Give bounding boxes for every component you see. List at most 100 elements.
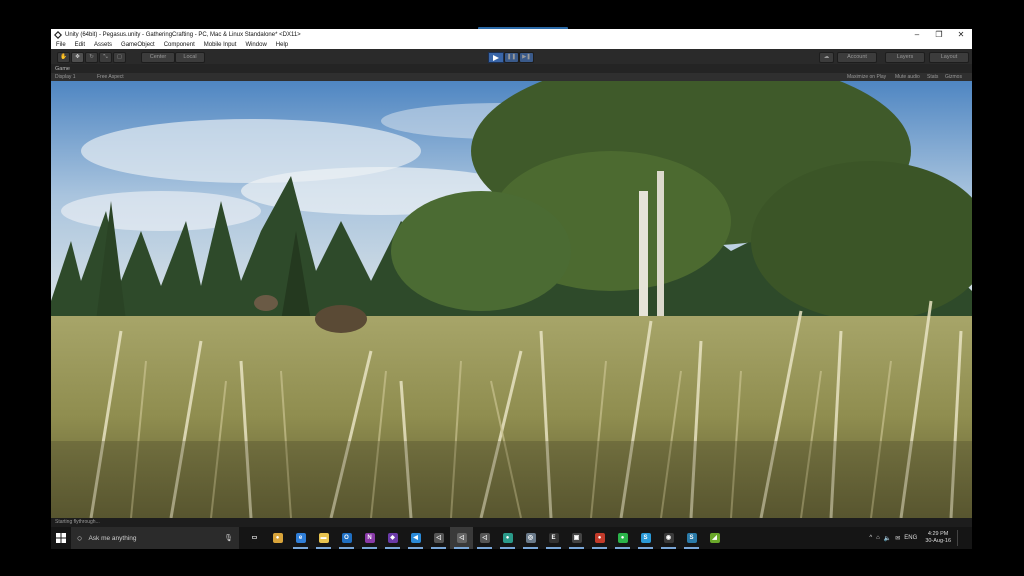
taskbar-app-edge[interactable]: e bbox=[289, 527, 312, 549]
window-title: Unity (64bit) - Pegasus.unity - Gatherin… bbox=[65, 31, 301, 38]
taskbar-app-onenote[interactable]: N bbox=[358, 527, 381, 549]
cortana-search-box[interactable]: ○ Ask me anything 🎙 bbox=[71, 527, 239, 549]
tray-chevron-icon[interactable]: ^ bbox=[869, 535, 872, 541]
taskbar-app-store[interactable]: ▣ bbox=[565, 527, 588, 549]
scale-icon: ⤡ bbox=[103, 54, 108, 60]
start-button[interactable] bbox=[51, 527, 71, 549]
menu-help[interactable]: Help bbox=[276, 42, 288, 48]
taskbar-app-unity-active[interactable]: ◁ bbox=[450, 527, 473, 549]
aspect-dropdown[interactable]: Free Aspect bbox=[97, 73, 124, 81]
search-icon: ○ bbox=[77, 533, 83, 543]
close-button[interactable]: ✕ bbox=[950, 29, 972, 40]
scale-tool-button[interactable]: ⤡ bbox=[99, 52, 112, 63]
system-tray: ^ ⌂ 🔈 ✉ ENG 4:29 PM 30-Aug-16 bbox=[867, 527, 972, 549]
app-teal-icon: ● bbox=[502, 533, 513, 543]
taskbar-app-epic-games[interactable]: E bbox=[542, 527, 565, 549]
windows-taskbar: ○ Ask me anything 🎙 ▭ ● e ▬ O N ◆ ◀ ◁ ◁ ◁ ● ◎ E ▣ ● ● S ◉ S… bbox=[51, 527, 972, 549]
pause-icon: ❚❚ bbox=[506, 54, 517, 60]
tab-game[interactable]: Game bbox=[55, 65, 70, 73]
taskbar-app-vscode[interactable]: ◀ bbox=[404, 527, 427, 549]
taskbar-app-steam[interactable]: ◉ bbox=[657, 527, 680, 549]
taskbar-app-app-teal[interactable]: ● bbox=[496, 527, 519, 549]
rect-icon: ▢ bbox=[116, 54, 123, 60]
windows-logo-icon bbox=[56, 533, 66, 543]
cloud-button[interactable]: ☁ bbox=[819, 52, 834, 63]
maximize-on-play-toggle[interactable]: Maximize on Play bbox=[847, 73, 886, 81]
vscode-icon: ◀ bbox=[410, 533, 421, 543]
taskbar-app-spotify[interactable]: ● bbox=[611, 527, 634, 549]
volume-icon[interactable]: 🔈 bbox=[884, 535, 891, 542]
status-bar: Starting flythrough... bbox=[51, 518, 972, 527]
pivot-center-button[interactable]: Center bbox=[141, 52, 175, 63]
taskbar-app-app-globe[interactable]: ◎ bbox=[519, 527, 542, 549]
language-indicator[interactable]: ENG bbox=[904, 535, 917, 541]
menu-window[interactable]: Window bbox=[245, 42, 266, 48]
network-icon[interactable]: ⌂ bbox=[876, 535, 880, 541]
app-s-icon: S bbox=[686, 533, 697, 543]
skype-icon: S bbox=[640, 533, 651, 543]
taskbar-app-visual-studio[interactable]: ◆ bbox=[381, 527, 404, 549]
layout-dropdown[interactable]: Layout bbox=[929, 52, 969, 63]
rotate-icon: ↻ bbox=[89, 54, 94, 60]
microphone-icon[interactable]: 🎙 bbox=[224, 534, 233, 542]
menu-component[interactable]: Component bbox=[164, 42, 195, 48]
clock-date: 30-Aug-16 bbox=[925, 538, 951, 544]
rect-tool-button[interactable]: ▢ bbox=[113, 52, 126, 63]
taskbar-app-unity[interactable]: ◁ bbox=[427, 527, 450, 549]
taskbar-app-unity-2[interactable]: ◁ bbox=[473, 527, 496, 549]
move-tool-button[interactable]: ✥ bbox=[71, 52, 84, 63]
main-toolbar: ✋ ✥ ↻ ⤡ ▢ Center Local ❚❚ ▶❚ ☁ Account L… bbox=[51, 49, 972, 64]
gizmos-dropdown[interactable]: Gizmos bbox=[945, 73, 962, 81]
taskbar-app-nvidia[interactable]: ◢ bbox=[703, 527, 726, 549]
cloud-icon: ☁ bbox=[823, 54, 830, 60]
pause-button[interactable]: ❚❚ bbox=[504, 52, 519, 63]
taskbar-app-app-red[interactable]: ● bbox=[588, 527, 611, 549]
pivot-local-button[interactable]: Local bbox=[175, 52, 205, 63]
play-icon bbox=[493, 54, 499, 61]
account-dropdown[interactable]: Account bbox=[837, 52, 877, 63]
app-globe-icon: ◎ bbox=[525, 533, 536, 543]
step-button[interactable]: ▶❚ bbox=[519, 52, 534, 63]
store-icon: ▣ bbox=[571, 533, 582, 543]
visual-studio-icon: ◆ bbox=[387, 533, 398, 543]
menu-mobile-input[interactable]: Mobile Input bbox=[204, 42, 237, 48]
step-icon: ▶❚ bbox=[522, 54, 531, 60]
play-button[interactable] bbox=[488, 52, 504, 63]
restore-button[interactable]: ❐ bbox=[928, 29, 950, 40]
taskbar-app-chrome[interactable]: ● bbox=[266, 527, 289, 549]
mute-audio-toggle[interactable]: Mute audio bbox=[895, 73, 920, 81]
hand-tool-button[interactable]: ✋ bbox=[57, 52, 70, 63]
taskbar-app-file-explorer[interactable]: ▬ bbox=[312, 527, 335, 549]
menu-gameobject[interactable]: GameObject bbox=[121, 42, 155, 48]
taskbar-app-outlook[interactable]: O bbox=[335, 527, 358, 549]
rotate-tool-button[interactable]: ↻ bbox=[85, 52, 98, 63]
outlook-icon: O bbox=[341, 533, 352, 543]
taskbar-app-skype[interactable]: S bbox=[634, 527, 657, 549]
unity-2-icon: ◁ bbox=[479, 533, 490, 543]
minimize-button[interactable]: – bbox=[906, 29, 928, 40]
taskbar-app-task-view[interactable]: ▭ bbox=[243, 527, 266, 549]
menu-assets[interactable]: Assets bbox=[94, 42, 112, 48]
stats-toggle[interactable]: Stats bbox=[927, 73, 938, 81]
nvidia-icon: ◢ bbox=[709, 533, 720, 543]
forest-scene-image bbox=[51, 81, 972, 518]
taskbar-apps: ▭ ● e ▬ O N ◆ ◀ ◁ ◁ ◁ ● ◎ E ▣ ● ● S ◉ S ◢ bbox=[243, 527, 726, 549]
spotify-icon: ● bbox=[617, 533, 628, 543]
show-desktop-button[interactable] bbox=[957, 530, 968, 546]
layers-dropdown[interactable]: Layers bbox=[885, 52, 925, 63]
display-dropdown[interactable]: Display 1 bbox=[55, 73, 76, 81]
menu-edit[interactable]: Edit bbox=[75, 42, 85, 48]
taskbar-app-app-s[interactable]: S bbox=[680, 527, 703, 549]
unity-editor-window: Unity (64bit) - Pegasus.unity - Gatherin… bbox=[51, 29, 972, 527]
onenote-icon: N bbox=[364, 533, 375, 543]
message-icon[interactable]: ✉ bbox=[895, 535, 900, 542]
clock[interactable]: 4:29 PM 30-Aug-16 bbox=[923, 531, 953, 545]
hand-icon: ✋ bbox=[60, 54, 67, 60]
status-message: Starting flythrough... bbox=[55, 519, 100, 525]
title-bar: Unity (64bit) - Pegasus.unity - Gatherin… bbox=[51, 29, 972, 40]
menu-file[interactable]: File bbox=[56, 42, 66, 48]
app-red-icon: ● bbox=[594, 533, 605, 543]
game-viewport[interactable] bbox=[51, 81, 972, 518]
unity-icon: ◁ bbox=[433, 533, 444, 543]
search-placeholder: Ask me anything bbox=[88, 534, 137, 542]
